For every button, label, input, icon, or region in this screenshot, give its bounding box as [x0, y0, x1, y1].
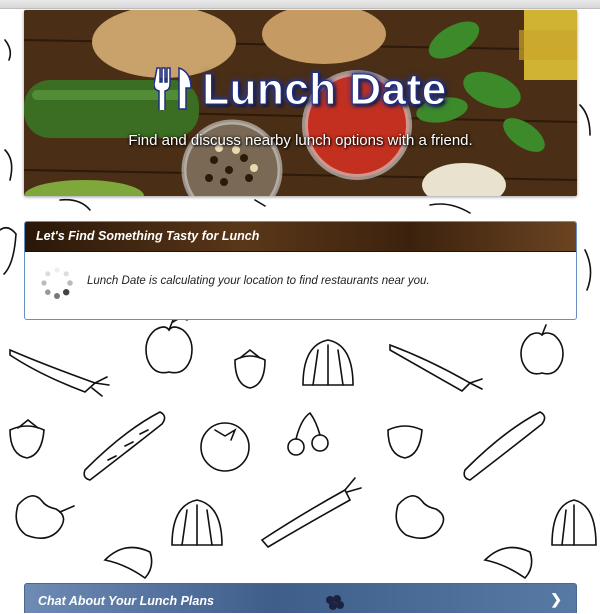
carrot-doodle-icon — [9, 348, 110, 397]
location-status-message: Lunch Date is calculating your location … — [87, 275, 430, 287]
chat-panel-heading: Chat About Your Lunch Plans — [38, 594, 214, 608]
hero-banner: Lunch Date Find and discuss nearby lunch… — [24, 10, 577, 196]
strawberry-doodle-icon — [234, 348, 266, 389]
pear-doodle-icon — [15, 495, 75, 539]
chevron-right-icon[interactable]: ❯ — [550, 591, 562, 608]
tomato-doodle-icon — [200, 422, 250, 472]
app-title: Lunch Date — [24, 65, 577, 121]
pear-doodle-icon-2 — [395, 495, 445, 539]
blackberry-decoration-icon — [326, 595, 344, 610]
location-panel: Let's Find Something Tasty for Lunch Lun… — [24, 221, 577, 320]
location-panel-body: Lunch Date is calculating your location … — [25, 252, 576, 319]
shell-doodle-icon-2 — [171, 499, 223, 546]
baguette-doodle-icon — [83, 411, 166, 481]
cherry-doodle-icon — [287, 412, 329, 456]
carrot-doodle-icon-2 — [389, 343, 483, 392]
apple-doodle-icon — [145, 317, 193, 374]
fork-knife-icon — [153, 66, 194, 121]
chat-panel-header[interactable]: Chat About Your Lunch Plans ❯ — [24, 583, 577, 613]
apple-doodle-icon-2 — [520, 324, 564, 375]
baguette-doodle-icon-2 — [463, 411, 546, 481]
strawberry-doodle-icon-2 — [9, 418, 45, 459]
carrot-doodle-icon-3 — [260, 477, 362, 549]
app-title-text: Lunch Date — [202, 65, 447, 115]
location-panel-heading: Let's Find Something Tasty for Lunch — [25, 222, 576, 252]
croissant-doodle-icon — [103, 546, 533, 580]
app-subtitle: Find and discuss nearby lunch options wi… — [128, 132, 473, 149]
shell-doodle-icon — [302, 339, 354, 386]
shell-doodle-icon-3 — [551, 499, 597, 546]
strawberry-doodle-icon-3 — [387, 425, 423, 459]
browser-chrome-strip — [0, 0, 600, 9]
loading-spinner-icon — [41, 267, 73, 299]
